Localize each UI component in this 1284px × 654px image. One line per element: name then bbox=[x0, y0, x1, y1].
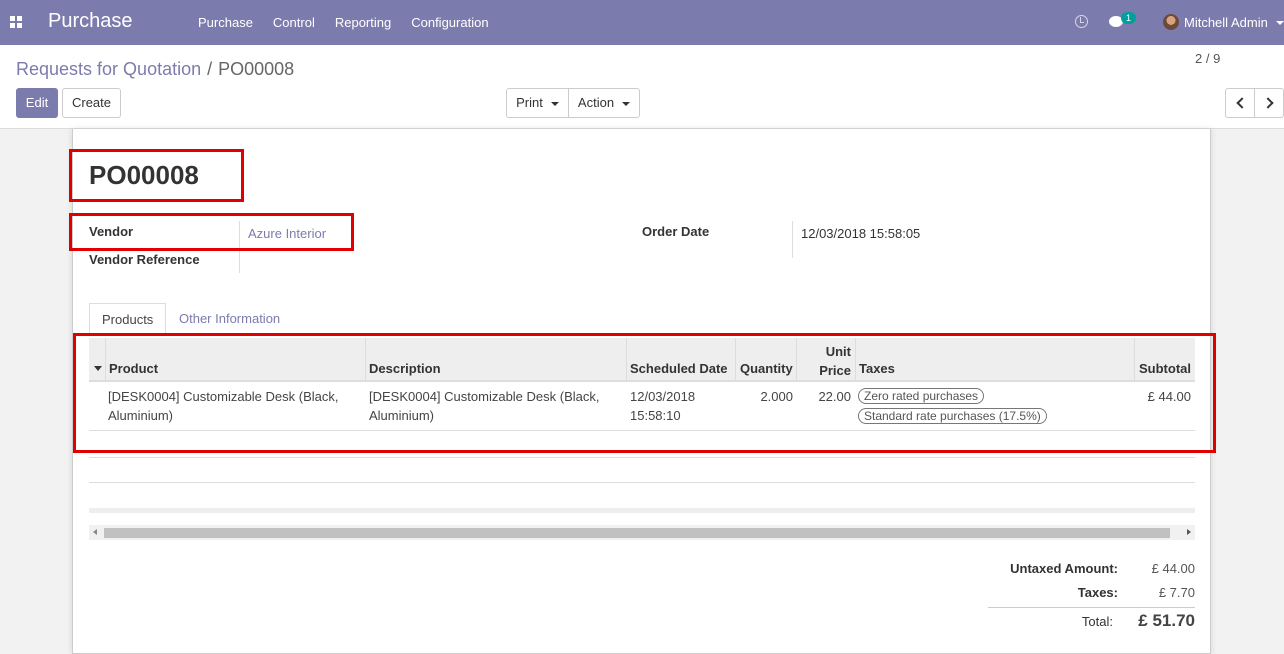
caret-down-icon bbox=[550, 101, 559, 106]
total-value: £ 51.70 bbox=[1138, 611, 1195, 630]
untaxed-amount-value: £ 44.00 bbox=[1151, 561, 1195, 576]
chat-count-badge: 1 bbox=[1121, 12, 1137, 24]
menu-item-purchase[interactable]: Purchase bbox=[198, 15, 253, 30]
pager-value[interactable]: 2 / 9 bbox=[1195, 51, 1220, 66]
chevron-right-icon bbox=[1261, 97, 1274, 109]
totals-divider bbox=[988, 607, 1195, 608]
horizontal-scrollbar[interactable] bbox=[89, 525, 1195, 540]
menu-item-control[interactable]: Control bbox=[273, 15, 315, 30]
field-divider bbox=[792, 221, 793, 258]
order-date-label: Order Date bbox=[642, 224, 710, 239]
action-dropdown[interactable]: Action bbox=[568, 88, 640, 118]
control-panel: Requests for Quotation / PO00008 bbox=[0, 45, 1284, 129]
order-date-field[interactable]: 12/03/2018 15:58:05 bbox=[801, 226, 920, 241]
table-footer bbox=[89, 508, 1195, 513]
tab-other-information[interactable]: Other Information bbox=[167, 303, 292, 334]
pager-next-button[interactable] bbox=[1254, 88, 1284, 118]
create-button[interactable]: Create bbox=[62, 88, 121, 118]
menu-item-configuration[interactable]: Configuration bbox=[411, 15, 488, 30]
highlight-order-lines bbox=[73, 333, 1216, 453]
row-divider bbox=[89, 482, 1195, 483]
action-label: Action bbox=[577, 95, 615, 110]
app-title: Purchase bbox=[48, 10, 133, 32]
highlight-title bbox=[69, 149, 244, 202]
print-label: Print bbox=[516, 95, 543, 110]
pager-previous-button[interactable] bbox=[1225, 88, 1255, 118]
vendor-reference-label: Vendor Reference bbox=[89, 252, 200, 267]
apps-grid-icon[interactable] bbox=[10, 16, 23, 28]
caret-down-icon bbox=[622, 101, 631, 106]
chevron-down-icon[interactable] bbox=[1276, 21, 1284, 25]
main-menu: Purchase Control Reporting Configuration bbox=[188, 15, 499, 30]
scroll-right-icon[interactable] bbox=[1187, 529, 1191, 535]
avatar[interactable] bbox=[1163, 14, 1179, 30]
user-menu[interactable]: Mitchell Admin bbox=[1184, 15, 1268, 30]
breadcrumb-current: PO00008 bbox=[218, 59, 295, 79]
breadcrumb-separator: / bbox=[207, 59, 213, 79]
scrollbar-thumb[interactable] bbox=[104, 528, 1170, 538]
row-divider bbox=[89, 457, 1195, 458]
print-dropdown[interactable]: Print bbox=[506, 88, 569, 118]
total-label: Total: bbox=[1081, 614, 1113, 629]
breadcrumb: Requests for Quotation / PO00008 bbox=[16, 59, 294, 80]
menu-item-reporting[interactable]: Reporting bbox=[335, 15, 391, 30]
breadcrumb-parent[interactable]: Requests for Quotation bbox=[16, 59, 201, 79]
edit-button[interactable]: Edit bbox=[16, 88, 58, 118]
taxes-value: £ 7.70 bbox=[1158, 585, 1195, 600]
highlight-vendor bbox=[69, 213, 354, 251]
scroll-left-icon[interactable] bbox=[93, 529, 97, 535]
taxes-label: Taxes: bbox=[1077, 585, 1118, 600]
top-navbar: Purchase Purchase Control Reporting Conf… bbox=[0, 0, 1284, 45]
chevron-left-icon bbox=[1235, 97, 1248, 109]
clock-icon[interactable] bbox=[1075, 15, 1088, 28]
tab-products[interactable]: Products bbox=[89, 303, 167, 334]
untaxed-amount-label: Untaxed Amount: bbox=[1010, 561, 1118, 576]
